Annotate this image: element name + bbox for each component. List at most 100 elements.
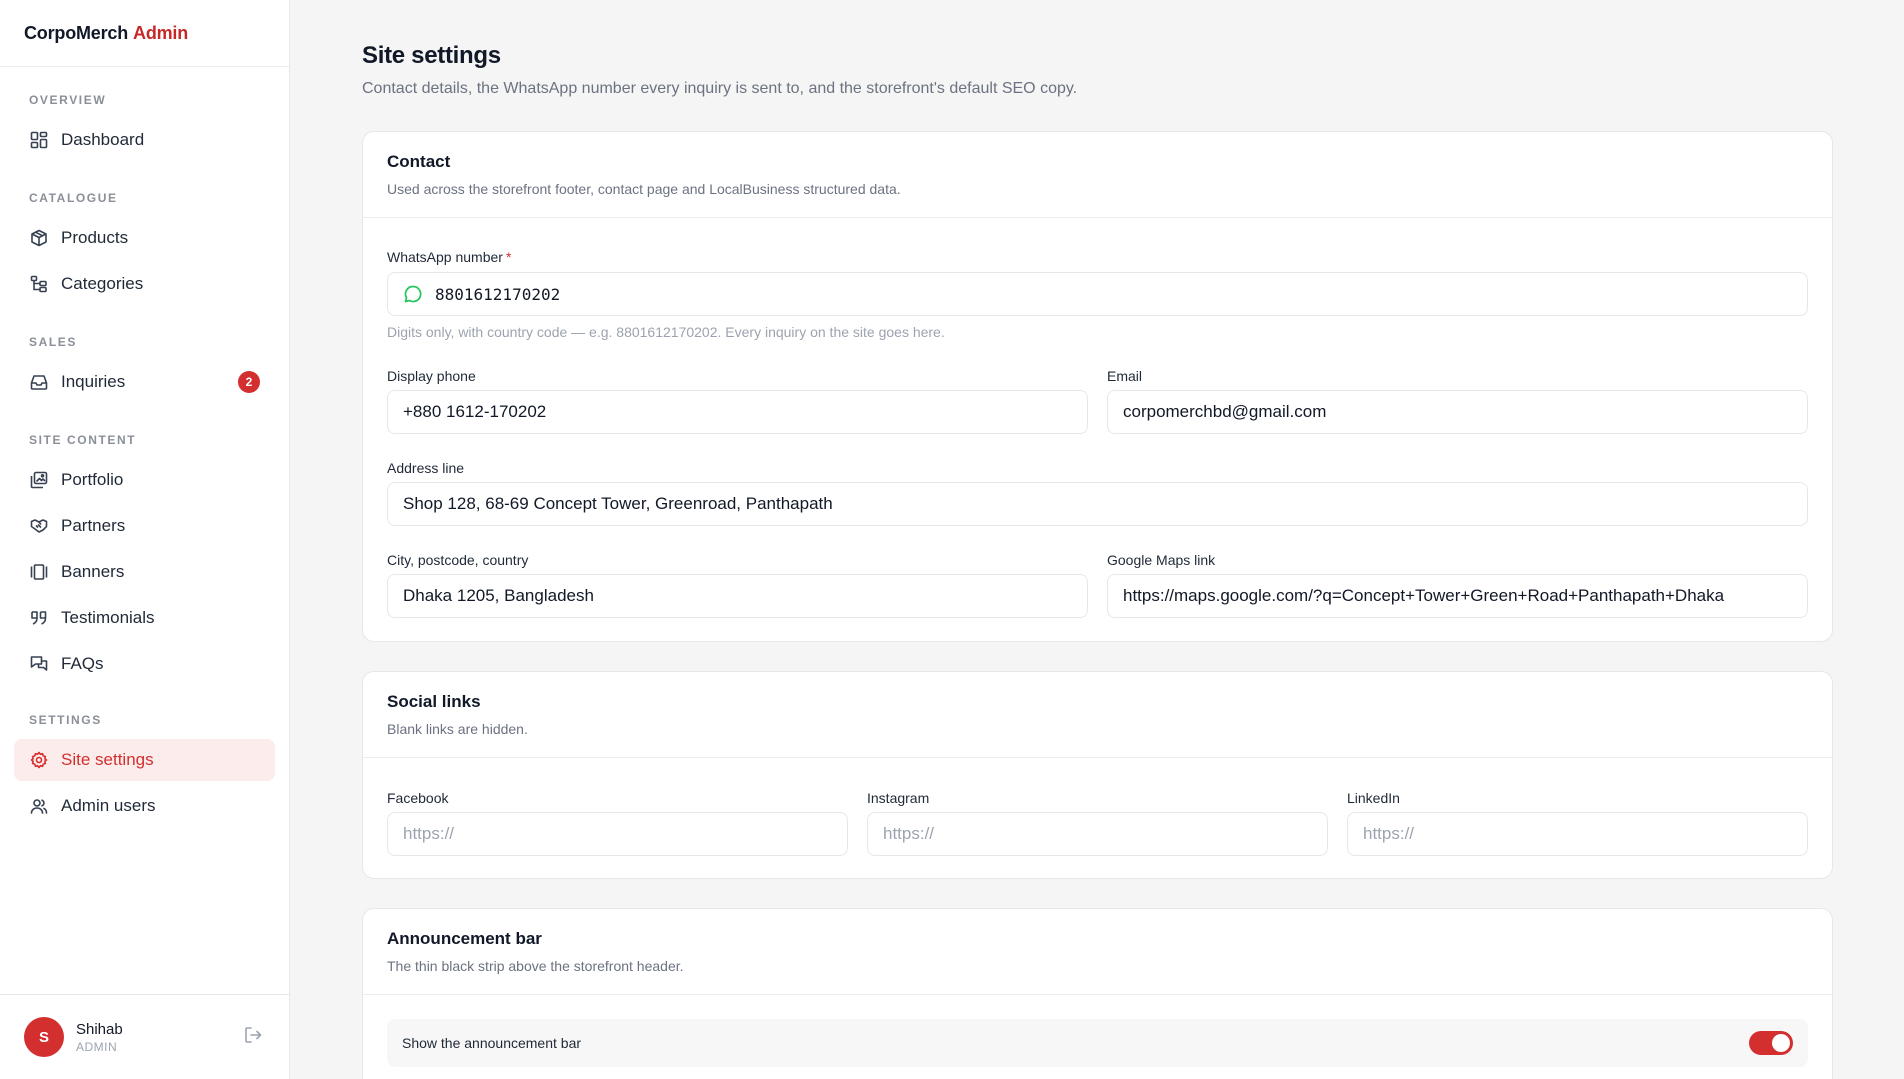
sidebar-item-faqs[interactable]: FAQs: [14, 643, 275, 685]
whatsapp-number-input[interactable]: 8801612170202: [387, 272, 1808, 316]
sidebar-item-portfolio[interactable]: Portfolio: [14, 459, 275, 501]
whatsapp-hint: Digits only, with country code — e.g. 88…: [387, 324, 945, 340]
whatsapp-icon: [403, 284, 423, 304]
contact-card-description: Used across the storefront footer, conta…: [387, 181, 901, 197]
handshake-icon: [29, 516, 49, 536]
inbox-icon: [29, 372, 49, 392]
main-content: Site settings Contact details, the Whats…: [290, 0, 1904, 1079]
page-title: Site settings: [362, 42, 501, 69]
maps-link-input[interactable]: https://maps.google.com/?q=Concept+Tower…: [1107, 574, 1808, 618]
instagram-placeholder: https://: [883, 824, 935, 843]
sidebar-item-inquiries[interactable]: Inquiries 2: [14, 361, 275, 403]
brand-name: CorpoMerch: [24, 22, 129, 43]
display-phone-input[interactable]: +880 1612-170202: [387, 390, 1088, 434]
linkedin-label: LinkedIn: [1347, 790, 1400, 806]
sidebar-item-label: Testimonials: [61, 608, 155, 627]
instagram-label: Instagram: [867, 790, 930, 806]
nav-heading-site-content: SITE CONTENT: [29, 433, 137, 447]
toggle-knob: [1772, 1034, 1790, 1052]
email-label: Email: [1107, 368, 1143, 384]
dashboard-icon: [29, 130, 49, 150]
nav-heading-settings: SETTINGS: [29, 713, 102, 727]
page-subtitle: Contact details, the WhatsApp number eve…: [362, 80, 1078, 97]
nav-section-sales: SALES Inquiries 2: [0, 335, 289, 403]
faq-icon: [29, 654, 49, 674]
avatar[interactable]: S: [24, 1017, 64, 1057]
nav-section-site-content: SITE CONTENT Portfolio Partners Banners …: [0, 433, 289, 685]
announcement-card-header: Announcement bar The thin black strip ab…: [363, 909, 1832, 995]
sidebar-item-label: FAQs: [61, 654, 104, 673]
sidebar-item-admin-users[interactable]: Admin users: [14, 785, 275, 827]
nav-heading-sales: SALES: [29, 335, 78, 349]
display-phone-label: Display phone: [387, 368, 476, 384]
sidebar-item-products[interactable]: Products: [14, 217, 275, 259]
announcement-toggle-label: Show the announcement bar: [402, 1035, 582, 1051]
sidebar-item-label: Dashboard: [61, 130, 145, 149]
portfolio-icon: [29, 470, 49, 490]
announcement-card: Announcement bar The thin black strip ab…: [362, 908, 1833, 1079]
social-card-description: Blank links are hidden.: [387, 721, 528, 737]
announcement-card-title: Announcement bar: [387, 929, 542, 948]
maps-label: Google Maps link: [1107, 552, 1216, 568]
contact-card: Contact Used across the storefront foote…: [362, 131, 1833, 642]
sidebar-item-banners[interactable]: Banners: [14, 551, 275, 593]
gear-icon: [29, 750, 49, 770]
categories-tree-icon: [29, 274, 49, 294]
sidebar-item-label: Admin users: [61, 796, 156, 815]
box-icon: [29, 228, 49, 248]
sidebar-item-testimonials[interactable]: Testimonials: [14, 597, 275, 639]
inquiries-count-badge: 2: [238, 371, 260, 393]
email-value: corpomerchbd@gmail.com: [1123, 402, 1327, 421]
facebook-input[interactable]: https://: [387, 812, 848, 856]
announcement-toggle-row: Show the announcement bar: [387, 1019, 1808, 1067]
nav-heading-catalogue: CATALOGUE: [29, 191, 118, 205]
city-value: Dhaka 1205, Bangladesh: [403, 586, 594, 605]
sidebar-item-label: Products: [61, 228, 129, 247]
nav-heading-overview: OVERVIEW: [29, 93, 107, 107]
sidebar-item-partners[interactable]: Partners: [14, 505, 275, 547]
sidebar-item-label: Categories: [61, 274, 144, 293]
linkedin-placeholder: https://: [1363, 824, 1415, 843]
nav-section-catalogue: CATALOGUE Products Categories: [0, 191, 289, 305]
sidebar-item-label: Site settings: [61, 750, 154, 769]
logout-button[interactable]: [241, 1025, 265, 1049]
social-card-header: Social links Blank links are hidden.: [363, 672, 1832, 758]
sidebar-item-categories[interactable]: Categories: [14, 263, 275, 305]
display-phone-value: +880 1612-170202: [403, 402, 547, 421]
email-field[interactable]: corpomerchbd@gmail.com: [1107, 390, 1808, 434]
facebook-placeholder: https://: [403, 824, 455, 843]
city-input[interactable]: Dhaka 1205, Bangladesh: [387, 574, 1088, 618]
sidebar-item-site-settings[interactable]: Site settings: [14, 739, 275, 781]
address-value: Shop 128, 68-69 Concept Tower, Greenroad…: [403, 494, 833, 513]
city-label: City, postcode, country: [387, 552, 529, 568]
address-input[interactable]: Shop 128, 68-69 Concept Tower, Greenroad…: [387, 482, 1808, 526]
announcement-card-description: The thin black strip above the storefron…: [387, 958, 684, 974]
instagram-input[interactable]: https://: [867, 812, 1328, 856]
sidebar-item-label: Banners: [61, 562, 125, 581]
user-name: Shihab: [76, 1020, 123, 1038]
maps-link-value: https://maps.google.com/?q=Concept+Tower…: [1123, 586, 1725, 605]
user-profile: S Shihab ADMIN: [0, 994, 289, 1079]
linkedin-input[interactable]: https://: [1347, 812, 1808, 856]
sidebar-item-label: Partners: [61, 516, 126, 535]
brand-logo[interactable]: CorpoMerch Admin: [0, 0, 289, 67]
announcement-toggle[interactable]: [1749, 1031, 1793, 1055]
sidebar: CorpoMerch Admin OVERVIEW Dashboard CATA…: [0, 0, 290, 1079]
sidebar-item-label: Inquiries: [61, 372, 126, 391]
address-label: Address line: [387, 460, 465, 476]
sidebar-item-label: Portfolio: [61, 470, 124, 489]
whatsapp-number-value: 8801612170202: [435, 284, 561, 304]
users-icon: [29, 796, 49, 816]
user-info: Shihab ADMIN: [76, 1021, 241, 1054]
user-role: ADMIN: [76, 1039, 118, 1054]
logout-icon: [244, 1026, 262, 1049]
whatsapp-label-text: WhatsApp number: [387, 249, 503, 265]
nav-section-overview: OVERVIEW Dashboard: [0, 93, 289, 161]
sidebar-item-dashboard[interactable]: Dashboard: [14, 119, 275, 161]
contact-card-title: Contact: [387, 152, 451, 171]
social-card-title: Social links: [387, 692, 481, 711]
banner-icon: [29, 562, 49, 582]
social-links-card: Social links Blank links are hidden. Fac…: [362, 671, 1833, 879]
required-mark: *: [505, 249, 512, 265]
nav-section-settings: SETTINGS Site settings Admin users: [0, 713, 289, 827]
